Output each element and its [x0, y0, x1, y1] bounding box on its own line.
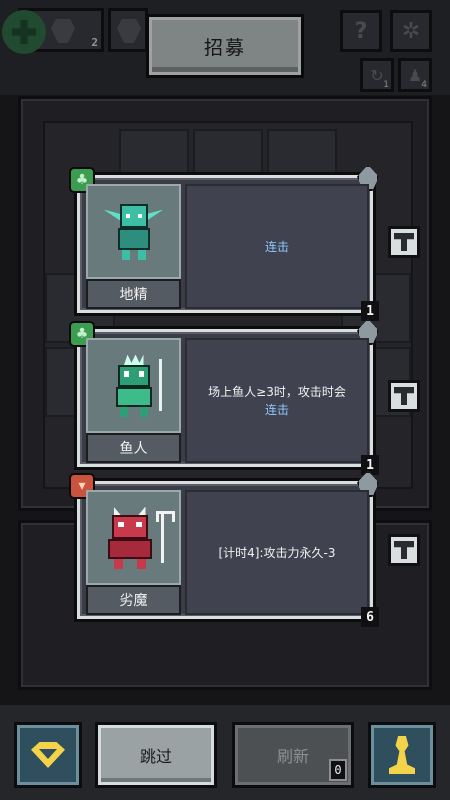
- refresh-button[interactable]: 刷新 0: [232, 722, 354, 788]
- hammer-icon[interactable]: [388, 380, 420, 412]
- card-tier: 6: [361, 607, 379, 627]
- murloc-icon: [104, 354, 164, 417]
- refresh-label: 刷新: [276, 747, 309, 766]
- card-description: 连击: [185, 184, 369, 309]
- diamond-icon: [31, 742, 65, 768]
- hammer-icon[interactable]: [388, 534, 420, 566]
- pawn-icon: [389, 736, 415, 774]
- card-portrait: [86, 490, 181, 585]
- card-name: 劣魔: [86, 585, 181, 615]
- recruit-card-imp[interactable]: ▾ 劣魔 [计时4]:攻击力永久-3 6: [69, 471, 379, 627]
- card-description: [计时4]:攻击力永久-3: [185, 490, 369, 615]
- card-tier: 1: [361, 301, 379, 321]
- imp-icon: [102, 506, 175, 569]
- card-description-text: 场上鱼人≥3时，攻击时会: [208, 384, 346, 399]
- card-tier: 1: [361, 455, 379, 475]
- recruit-card-murloc[interactable]: ♣ 鱼人 场上鱼人≥3时，攻击时会 连击 1: [69, 319, 379, 475]
- card-name: 地精: [86, 279, 181, 309]
- hammer-icon[interactable]: [388, 226, 420, 258]
- card-portrait: [86, 338, 181, 433]
- refresh-cost: 0: [329, 759, 347, 781]
- card-keyword: 连击: [264, 402, 289, 417]
- goblin-icon: [103, 202, 164, 262]
- recruit-card-goblin[interactable]: ♣ 地精 连击 1: [69, 165, 379, 321]
- card-portrait: [86, 184, 181, 279]
- card-description: 场上鱼人≥3时，攻击时会 连击: [185, 338, 369, 463]
- skip-button[interactable]: 跳过: [95, 722, 217, 788]
- pawn-button[interactable]: [368, 722, 436, 788]
- gem-button[interactable]: [14, 722, 82, 788]
- card-description-text: [计时4]:攻击力永久-3: [218, 545, 336, 560]
- card-keyword: 连击: [264, 239, 289, 254]
- card-name: 鱼人: [86, 433, 181, 463]
